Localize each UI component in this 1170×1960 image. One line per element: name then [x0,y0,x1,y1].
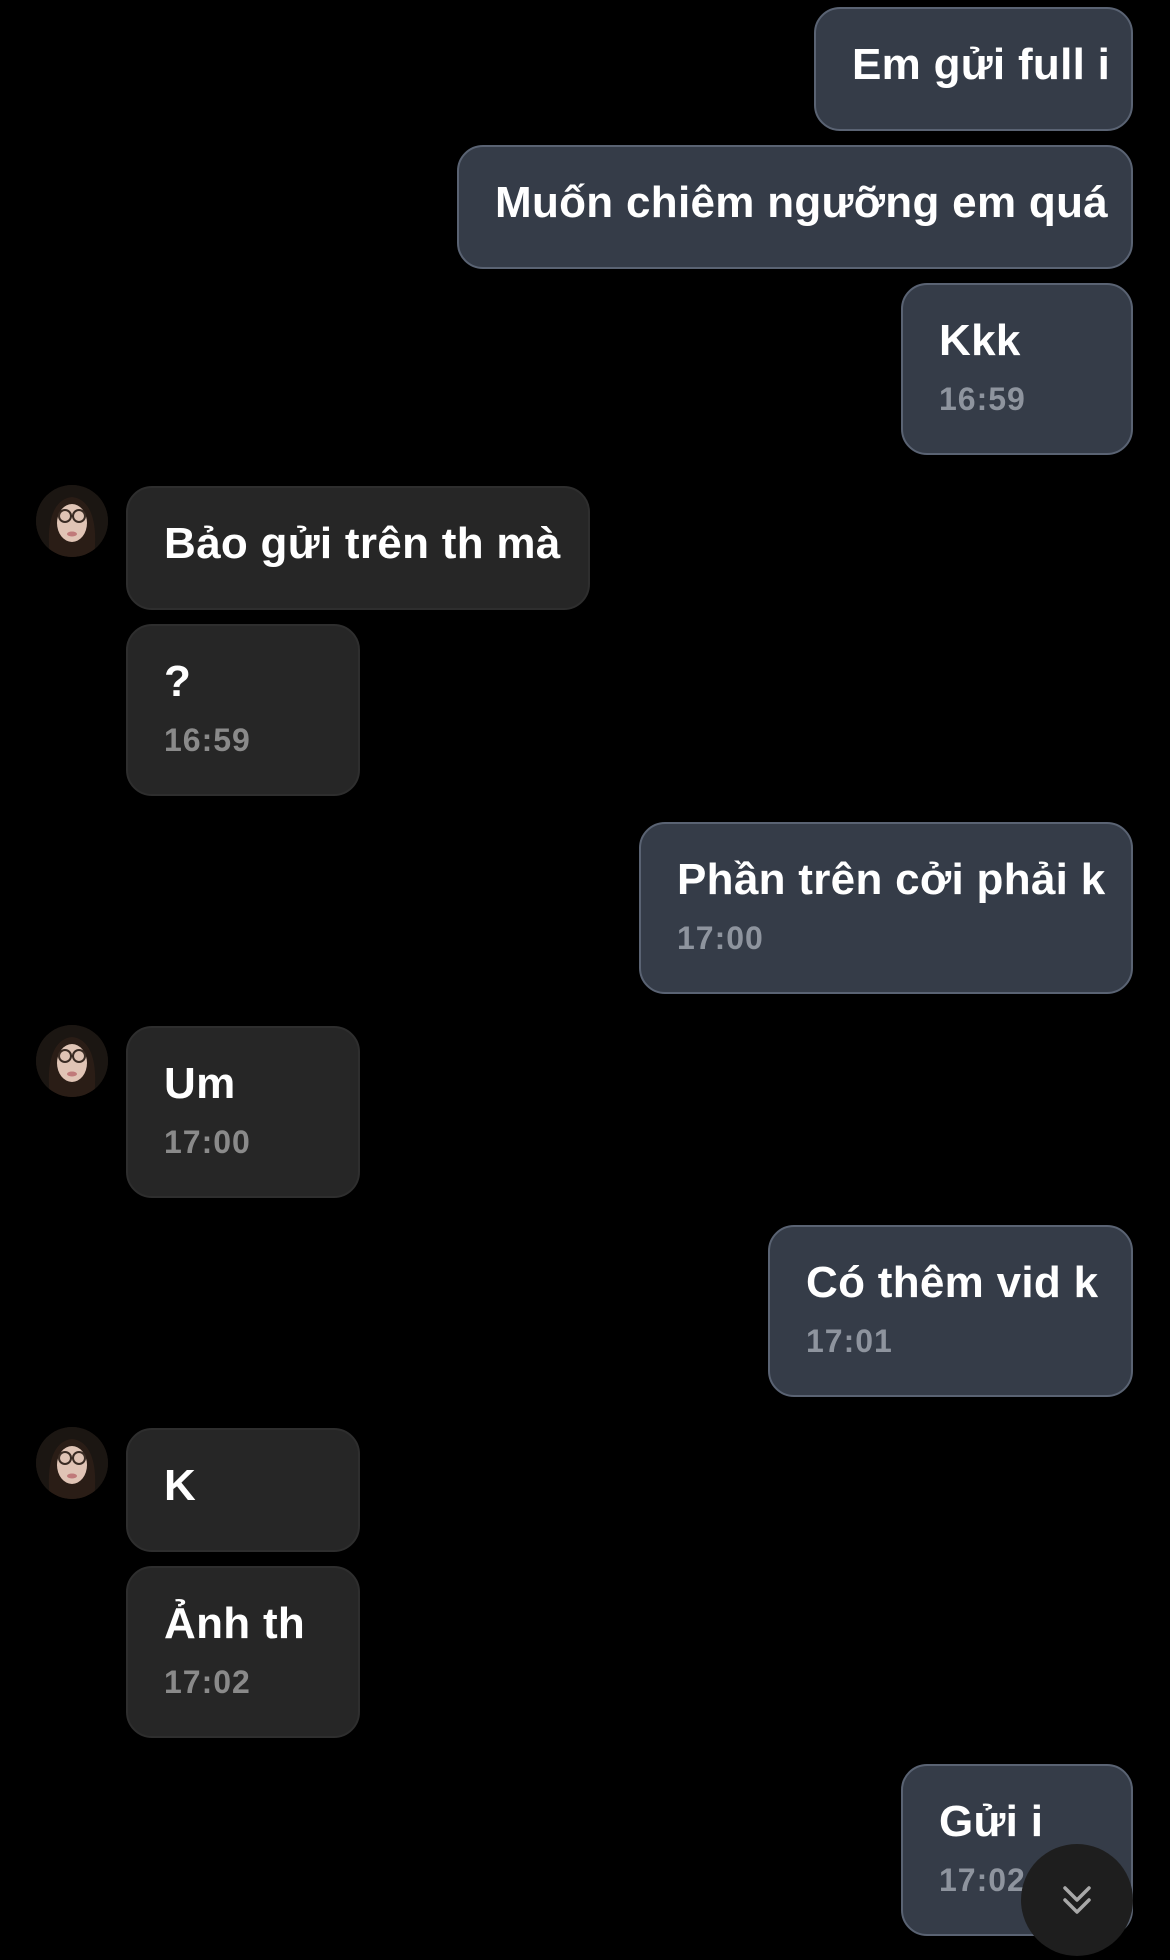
message-text: Có thêm vid k [806,1258,1099,1307]
message-text: Kkk [939,316,1021,365]
message-text: Phần trên cởi phải k [677,855,1106,904]
message-timestamp: 17:00 [164,1124,251,1160]
incoming-message-bubble[interactable]: Ảnh th 17:02 [126,1566,360,1738]
double-chevron-down-icon [1063,1886,1091,1914]
message-timestamp: 16:59 [939,381,1026,417]
outgoing-message-bubble[interactable]: Có thêm vid k 17:01 [768,1225,1133,1397]
contact-avatar[interactable] [36,1025,108,1097]
message-text: Muốn chiêm ngưỡng em quá [495,178,1109,227]
outgoing-message-bubble[interactable]: Em gửi full i [814,7,1133,131]
contact-avatar[interactable] [36,485,108,557]
message-text: ? [164,657,192,706]
message-timestamp: 17:01 [806,1323,893,1359]
outgoing-message-bubble[interactable]: Phần trên cởi phải k 17:00 [639,822,1133,994]
incoming-message-bubble[interactable]: Um 17:00 [126,1026,360,1198]
message-text: Em gửi full i [852,40,1111,89]
message-timestamp: 17:00 [677,920,764,956]
outgoing-message-bubble[interactable]: Muốn chiêm ngưỡng em quá [457,145,1133,269]
message-text: Ảnh th [164,1599,306,1648]
incoming-message-bubble[interactable]: K [126,1428,360,1552]
contact-avatar[interactable] [36,1427,108,1499]
scroll-to-bottom-button[interactable] [1021,1844,1133,1956]
incoming-message-bubble[interactable]: ? 16:59 [126,624,360,796]
chat-thread: Em gửi full i Muốn chiêm ngưỡng em quá K… [0,0,1170,1960]
message-text: Bảo gửi trên th mà [164,519,561,568]
message-text: Um [164,1059,236,1108]
incoming-message-bubble[interactable]: Bảo gửi trên th mà [126,486,590,610]
outgoing-message-bubble[interactable]: Kkk 16:59 [901,283,1133,455]
message-timestamp: 16:59 [164,722,251,758]
message-timestamp: 17:02 [164,1664,251,1700]
message-text: K [164,1461,197,1510]
message-text: Gửi i [939,1797,1044,1846]
